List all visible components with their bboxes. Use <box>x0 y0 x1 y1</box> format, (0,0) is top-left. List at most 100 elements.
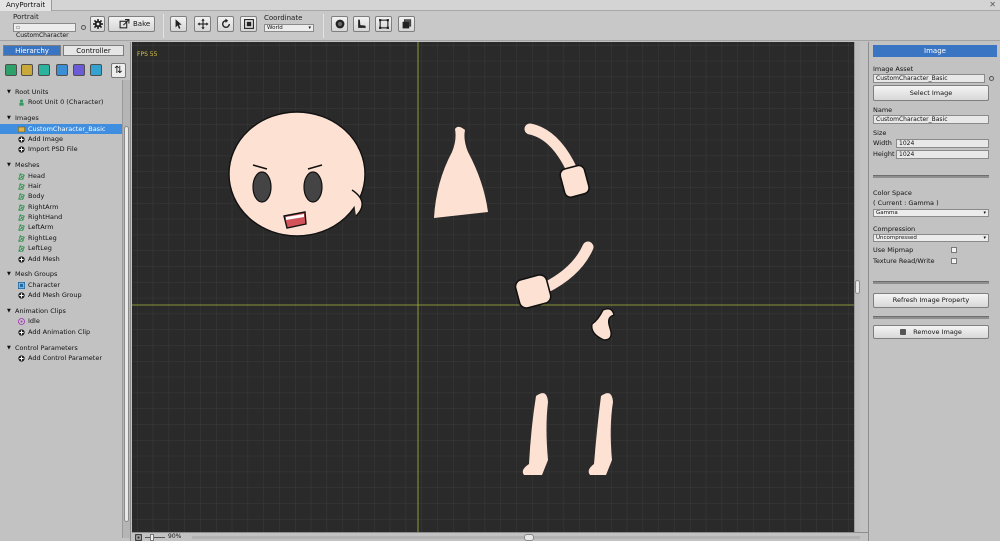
boot-icon <box>357 19 366 28</box>
expand-arrow-icon: ▼ <box>7 115 11 122</box>
tab-hierarchy[interactable]: Hierarchy <box>3 45 61 56</box>
mesh-visibility-button[interactable] <box>375 16 392 32</box>
size-label: Size <box>873 129 887 137</box>
compression-dropdown[interactable]: Uncompressed ▾ <box>873 234 989 242</box>
refresh-image-property-button[interactable]: Refresh Image Property <box>873 293 989 308</box>
image-visibility-button[interactable] <box>398 16 415 32</box>
list-item-clip-idle[interactable]: Idle <box>0 316 122 326</box>
list-item-root-unit[interactable]: Root Unit 0 (Character) <box>0 97 122 107</box>
trash-icon <box>900 329 907 335</box>
zoom-slider-handle[interactable] <box>150 534 154 541</box>
cursor-icon <box>175 19 182 29</box>
inspector-panel: Image Image Asset CustomCharacter_Basic … <box>868 42 1000 541</box>
section-divider <box>873 281 989 284</box>
list-item-mesh-body[interactable]: Body <box>0 191 122 201</box>
portrait-object-icon: ▫ <box>16 24 21 31</box>
select-tool-button[interactable] <box>170 16 187 32</box>
filter-image-icon[interactable] <box>21 64 33 76</box>
width-field[interactable]: 1024 <box>896 139 989 148</box>
add-icon <box>18 255 25 263</box>
separator <box>163 14 164 38</box>
list-item-image-basic[interactable]: CustomCharacter_Basic <box>0 123 122 134</box>
fps-counter: FPS 55 <box>137 51 158 58</box>
export-icon <box>119 19 130 29</box>
select-image-button[interactable]: Select Image <box>873 85 989 101</box>
add-control-parameter-button[interactable]: Add Control Parameter <box>0 353 122 363</box>
list-item-mesh-leftleg[interactable]: LeftLeg <box>0 243 122 253</box>
filter-mesh-icon[interactable] <box>38 64 50 76</box>
filter-root-unit-icon[interactable] <box>5 64 17 76</box>
list-item-mesh-rightarm[interactable]: RightArm <box>0 202 122 212</box>
bake-button[interactable]: Bake <box>108 16 155 32</box>
chevron-down-icon: ▾ <box>308 25 311 31</box>
texture-rw-checkbox[interactable] <box>951 258 957 264</box>
list-item-meshgroup-character[interactable]: Character <box>0 280 122 290</box>
rotate-tool-button[interactable] <box>217 16 234 32</box>
current-color-space: ( Current : Gamma ) <box>873 199 939 207</box>
move-tool-button[interactable] <box>194 16 211 32</box>
hierarchy-panel: Hierarchy Controller ⇅ ▼ Root Units Root … <box>0 42 131 541</box>
image-asset-field[interactable]: CustomCharacter_Basic <box>873 74 985 83</box>
image-layers-icon <box>402 19 411 29</box>
close-icon[interactable]: ✕ <box>989 0 996 9</box>
portrait-field[interactable]: ▫ CustomCharacter <box>13 23 76 39</box>
mesh-icon <box>18 224 25 232</box>
coordinate-dropdown[interactable]: World ▾ <box>264 24 314 32</box>
scale-tool-button[interactable] <box>240 16 257 32</box>
zoom-slider-track[interactable] <box>145 537 165 538</box>
head-sprite <box>228 111 366 237</box>
section-meshes[interactable]: ▼ Meshes <box>0 160 122 170</box>
scrollbar-thumb[interactable] <box>524 534 534 541</box>
height-field[interactable]: 1024 <box>896 150 989 159</box>
bone-visibility-button[interactable] <box>353 16 370 32</box>
move-icon <box>197 18 208 30</box>
name-field[interactable]: CustomCharacter_Basic <box>873 115 989 124</box>
list-item-mesh-leftarm[interactable]: LeftArm <box>0 222 122 232</box>
settings-button[interactable] <box>90 16 105 32</box>
hierarchy-scrollbar[interactable] <box>122 80 130 538</box>
viewport-graphics <box>132 42 860 532</box>
bake-label: Bake <box>133 20 151 28</box>
remove-image-button[interactable]: Remove Image <box>873 325 989 339</box>
width-label: Width <box>873 139 892 147</box>
inspector-header: Image <box>873 45 997 57</box>
section-images[interactable]: ▼ Images <box>0 113 122 123</box>
object-picker-icon[interactable] <box>81 25 86 30</box>
filter-mesh-group-icon[interactable] <box>56 64 68 76</box>
list-item-mesh-righthand[interactable]: RightHand <box>0 212 122 222</box>
toolbar: Portrait ▫ CustomCharacter Bake Coordina… <box>0 11 1000 41</box>
expand-arrow-icon: ▼ <box>7 307 11 314</box>
section-animation-clips[interactable]: ▼ Animation Clips <box>0 306 122 316</box>
image-asset-value: CustomCharacter_Basic <box>876 75 948 82</box>
list-item-mesh-head[interactable]: Head <box>0 171 122 181</box>
section-control-parameters[interactable]: ▼ Control Parameters <box>0 343 122 353</box>
sort-button[interactable]: ⇅ <box>111 63 126 78</box>
list-item-mesh-hair[interactable]: Hair <box>0 181 122 191</box>
object-picker-icon[interactable] <box>989 76 994 81</box>
canvas-vertical-scrollbar[interactable] <box>854 42 860 532</box>
add-image-button[interactable]: Add Image <box>0 134 122 144</box>
filter-control-param-icon[interactable] <box>90 64 102 76</box>
mesh-icon <box>18 183 25 190</box>
filter-animation-icon[interactable] <box>73 64 85 76</box>
add-icon <box>18 292 25 299</box>
fit-view-icon[interactable] <box>135 534 142 541</box>
add-animation-clip-button[interactable]: Add Animation Clip <box>0 327 122 337</box>
use-mipmap-checkbox[interactable] <box>951 247 957 253</box>
color-space-dropdown[interactable]: Gamma ▾ <box>873 209 989 217</box>
section-mesh-groups[interactable]: ▼ Mesh Groups <box>0 269 122 279</box>
scrollbar-thumb[interactable] <box>124 126 129 522</box>
list-item-mesh-rightleg[interactable]: RightLeg <box>0 233 122 243</box>
section-root-units[interactable]: ▼ Root Units <box>0 87 122 97</box>
chevron-down-icon: ▾ <box>983 210 986 216</box>
onion-skin-button[interactable] <box>331 16 348 32</box>
import-psd-button[interactable]: Import PSD File <box>0 144 122 154</box>
workspace-canvas[interactable]: FPS 55 <box>132 42 860 532</box>
tab-controller[interactable]: Controller <box>63 45 124 56</box>
add-mesh-button[interactable]: Add Mesh <box>0 254 122 264</box>
mesh-icon <box>18 203 25 211</box>
mesh-edit-icon <box>378 19 389 29</box>
scrollbar-thumb[interactable] <box>855 280 860 294</box>
window-tab[interactable]: AnyPortrait <box>0 0 53 11</box>
add-mesh-group-button[interactable]: Add Mesh Group <box>0 290 122 300</box>
